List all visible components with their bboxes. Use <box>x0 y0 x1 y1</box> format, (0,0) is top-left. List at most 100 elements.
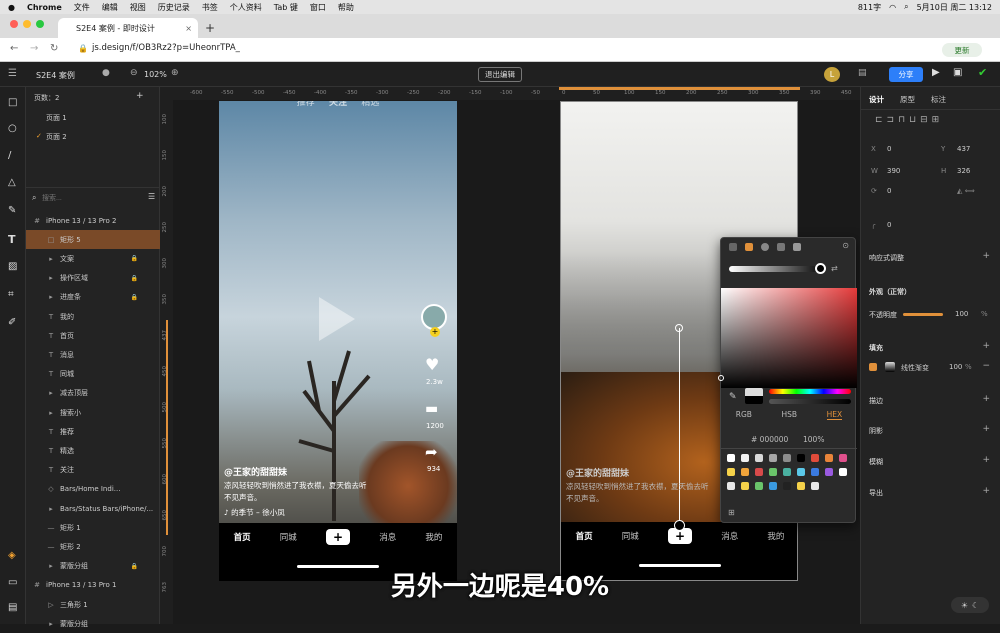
close-window-button[interactable] <box>10 20 18 28</box>
h-value[interactable]: 326 <box>957 167 970 175</box>
wifi-icon[interactable]: ◠ <box>889 3 896 12</box>
color-swatch[interactable] <box>727 454 735 462</box>
page-item-1[interactable]: 页面 1 <box>46 113 67 123</box>
close-tab-icon[interactable]: × <box>185 24 192 33</box>
comment-icon[interactable]: ● <box>102 68 110 78</box>
search-icon[interactable]: ⌕ <box>904 2 908 12</box>
radius-value[interactable]: 0 <box>887 221 891 229</box>
flip-icon[interactable]: ◭ ⟺ <box>957 187 975 195</box>
color-swatch[interactable] <box>727 482 735 490</box>
line-tool-icon[interactable]: / <box>8 150 11 161</box>
forward-icon[interactable]: → <box>30 43 38 54</box>
nav-me[interactable]: 我的 <box>767 530 784 542</box>
gradient-stop-handle[interactable] <box>815 263 826 274</box>
layer-row[interactable]: — 矩形 1 <box>26 518 160 537</box>
gradient-start-handle[interactable] <box>675 324 683 332</box>
fill-checkbox[interactable] <box>869 363 877 371</box>
lock-icon[interactable]: 🔒 <box>131 255 138 262</box>
add-fill-icon[interactable]: + <box>982 341 990 351</box>
color-swatch[interactable] <box>811 454 819 462</box>
nav-home[interactable]: 首页 <box>576 530 593 542</box>
layer-row[interactable]: ▸ 操作区域 🔒 <box>26 269 160 288</box>
opacity-slider[interactable] <box>769 399 851 404</box>
nav-messages[interactable]: 消息 <box>379 531 396 543</box>
layer-row[interactable]: T 关注 <box>26 461 160 480</box>
avatar[interactable]: L <box>824 67 840 82</box>
layer-row[interactable]: ▸ 减去顶层 <box>26 384 160 403</box>
image-tool-icon[interactable]: ▨ <box>8 261 17 272</box>
add-shadow-icon[interactable]: + <box>982 424 990 434</box>
eyedropper-icon[interactable]: ✎ <box>729 392 737 402</box>
menu-file[interactable]: 文件 <box>74 2 90 13</box>
color-swatch[interactable] <box>797 482 805 490</box>
color-swatch[interactable] <box>811 482 819 490</box>
color-swatch[interactable] <box>825 454 833 462</box>
add-blur-icon[interactable]: + <box>982 455 990 465</box>
layer-row[interactable]: — 矩形 2 <box>26 537 160 556</box>
tab-prototype[interactable]: 原型 <box>900 94 915 105</box>
color-swatch[interactable] <box>839 454 847 462</box>
layer-search-input[interactable] <box>42 191 142 205</box>
opacity-value[interactable]: 100 <box>955 310 968 318</box>
menu-app[interactable]: Chrome <box>27 3 62 12</box>
tab-design[interactable]: 设计 <box>869 94 884 105</box>
add-export-icon[interactable]: + <box>982 486 990 496</box>
menu-help[interactable]: 帮助 <box>338 2 354 13</box>
hex-input[interactable]: # 000000 <box>751 435 788 444</box>
mode-hex[interactable]: HEX <box>826 410 843 420</box>
color-swatch[interactable] <box>769 454 777 462</box>
menu-icon[interactable]: ☰ <box>8 68 17 79</box>
color-swatch[interactable] <box>769 482 777 490</box>
tab-annotate[interactable]: 标注 <box>931 94 946 105</box>
brush-tool-icon[interactable]: ✐ <box>8 317 16 328</box>
layer-row[interactable]: T 首页 <box>26 326 160 345</box>
layer-frame-row[interactable]: # iPhone 13 / 13 Pro 2 <box>26 211 160 230</box>
hue-slider[interactable] <box>769 389 851 394</box>
check-icon[interactable]: ✔ <box>978 66 987 79</box>
triangle-tool-icon[interactable]: △ <box>8 177 16 188</box>
rotation-value[interactable]: 0 <box>887 187 891 195</box>
heart-icon[interactable]: ♥ <box>425 355 439 374</box>
lock-icon[interactable]: 🔒 <box>131 294 138 301</box>
date-time[interactable]: 5月10日 周二 13:12 <box>917 2 992 13</box>
color-swatch[interactable] <box>825 468 833 476</box>
y-value[interactable]: 437 <box>957 145 970 153</box>
add-stroke-icon[interactable]: + <box>982 394 990 404</box>
linear-gradient-icon[interactable] <box>745 243 753 251</box>
saturation-field[interactable] <box>721 288 857 388</box>
color-swatch[interactable] <box>783 482 791 490</box>
folder-icon[interactable]: ▤ <box>8 602 17 613</box>
browser-tab[interactable]: S2E4 案例 - 即时设计 × <box>58 18 198 38</box>
appearance-label[interactable]: 外观（正常） <box>869 287 911 297</box>
library-icon[interactable]: ▤ <box>858 68 867 78</box>
comment-icon[interactable]: ▬ <box>425 401 438 417</box>
ellipse-tool-icon[interactable]: ○ <box>8 123 17 134</box>
color-swatch[interactable] <box>727 468 735 476</box>
layer-row[interactable]: T 精选 <box>26 441 160 460</box>
page-item-2[interactable]: 页面 2 <box>46 132 67 142</box>
author-name[interactable]: @王家的甜甜妹 <box>224 465 287 478</box>
opacity-input[interactable]: 100% <box>803 435 824 444</box>
tab-follow[interactable]: 关注 <box>329 101 347 108</box>
play-icon[interactable]: ▶ <box>932 67 940 78</box>
menu-history[interactable]: 历史记录 <box>158 2 190 13</box>
add-page-icon[interactable]: + <box>136 91 144 101</box>
angular-gradient-icon[interactable] <box>777 243 785 251</box>
filter-icon[interactable]: ☰ <box>148 192 155 201</box>
nav-city[interactable]: 同城 <box>622 530 639 542</box>
text-tool-icon[interactable]: T <box>8 233 16 246</box>
lock-icon[interactable]: 🔒 <box>78 44 88 53</box>
nav-home[interactable]: 首页 <box>234 531 251 543</box>
layer-row[interactable]: T 我的 <box>26 307 160 326</box>
layer-row[interactable]: ▸ 文案 🔒 <box>26 249 160 268</box>
remove-fill-icon[interactable]: − <box>982 361 990 371</box>
gradient-end-handle[interactable] <box>674 520 685 531</box>
menu-view[interactable]: 视图 <box>130 2 146 13</box>
url-text[interactable]: js.design/f/OB3Rz2?p=UheonrTPA_ <box>92 43 240 53</box>
tab-recommend[interactable]: 推荐 <box>297 101 315 108</box>
color-swatch[interactable] <box>755 454 763 462</box>
nav-messages[interactable]: 消息 <box>721 530 738 542</box>
tab-featured[interactable]: 精选 <box>361 101 379 108</box>
nav-me[interactable]: 我的 <box>425 531 442 543</box>
reload-icon[interactable]: ↻ <box>50 43 58 54</box>
